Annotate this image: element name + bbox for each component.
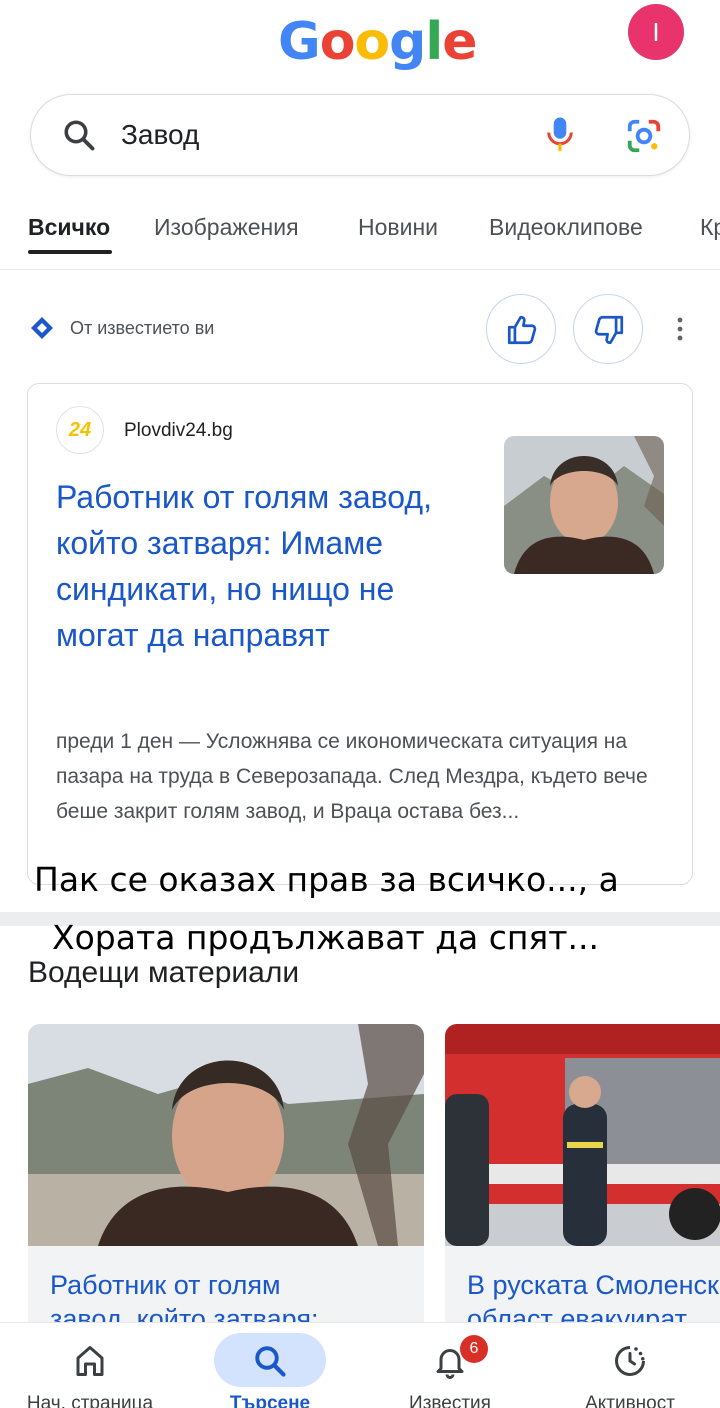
featured-news-card[interactable]: 24 Plovdiv24.bg Работник от голям завод,…	[27, 383, 693, 885]
thumbs-up-button[interactable]	[486, 294, 556, 364]
overlay-caption-line-2: Хората продължават да спят...	[52, 918, 599, 957]
search-box[interactable]: Завод	[30, 94, 690, 176]
thumbs-up-icon	[507, 315, 537, 345]
tab-all[interactable]: Всичко	[28, 214, 110, 241]
man-portrait-image	[504, 436, 664, 574]
nav-notifications[interactable]: 6 Известия	[360, 1323, 540, 1408]
search-input[interactable]: Завод	[121, 119, 199, 151]
source-logo: 24	[56, 406, 104, 454]
thumbs-down-icon	[594, 315, 624, 345]
active-tab-indicator	[28, 250, 112, 254]
overlay-caption-line-1: Пак се оказах прав за всичко..., а	[34, 860, 619, 899]
nav-home-label: Нач. страница	[26, 1393, 154, 1408]
nav-home[interactable]: Нач. страница	[0, 1323, 180, 1408]
nav-activity-label: Активност	[585, 1393, 675, 1408]
search-tabs: Всичко Изображения Новини Видеоклипове К…	[0, 200, 720, 270]
search-icon[interactable]	[61, 117, 97, 153]
logo-letter: o	[354, 12, 390, 72]
nav-search[interactable]: Търсене	[180, 1323, 360, 1408]
logo-letter: o	[319, 12, 356, 72]
notification-source-label: От известието ви	[70, 318, 215, 338]
logo-letter: e	[442, 12, 477, 72]
article-snippet: преди 1 ден — Усложнява се икономическат…	[56, 730, 648, 823]
story-image	[445, 1024, 720, 1246]
article-thumbnail[interactable]	[504, 436, 664, 574]
top-story-card[interactable]: Работник от голям завод, който затваря:	[28, 1024, 424, 1334]
nav-activity[interactable]: Активност	[540, 1323, 720, 1408]
top-stories-heading: Водещи материали	[28, 956, 300, 989]
home-icon	[76, 1346, 104, 1376]
logo-letter: g	[389, 12, 426, 72]
google-logo[interactable]: Google	[278, 12, 478, 72]
article-title[interactable]: Работник от голям завод, който затваря: …	[56, 474, 476, 658]
logo-letter: G	[278, 12, 321, 72]
top-story-card[interactable]: В руската Смоленск област евакуират	[445, 1024, 720, 1334]
tab-videos[interactable]: Видеоклипове	[489, 214, 643, 241]
account-avatar[interactable]: I	[628, 4, 684, 60]
header: Google I Завод	[0, 0, 720, 190]
bottom-navigation: Нач. страница Търсене 6 Известия Активно…	[0, 1322, 720, 1408]
source-name[interactable]: Plovdiv24.bg	[124, 420, 233, 442]
lens-icon[interactable]	[625, 117, 663, 155]
notification-row: От известието ви	[0, 290, 720, 370]
nav-search-label: Търсене	[229, 1393, 311, 1408]
story-title-line: В руската Смоленск	[467, 1270, 719, 1300]
activity-icon	[615, 1346, 645, 1376]
tab-images[interactable]: Изображения	[154, 214, 299, 241]
more-vert-icon[interactable]	[668, 314, 692, 344]
mic-icon[interactable]	[545, 115, 575, 155]
logo-letter: l	[425, 12, 443, 72]
nav-notifications-label: Известия	[409, 1393, 491, 1408]
notification-count-badge: 6	[460, 1335, 488, 1363]
tab-news[interactable]: Новини	[358, 214, 438, 241]
thumbs-down-button[interactable]	[573, 294, 643, 364]
story-image	[28, 1024, 424, 1246]
story-title-line: Работник от голям	[50, 1270, 281, 1300]
tab-more[interactable]: Кр	[700, 214, 720, 241]
sparkle-diamond-icon	[31, 317, 53, 339]
search-icon	[255, 1346, 286, 1377]
